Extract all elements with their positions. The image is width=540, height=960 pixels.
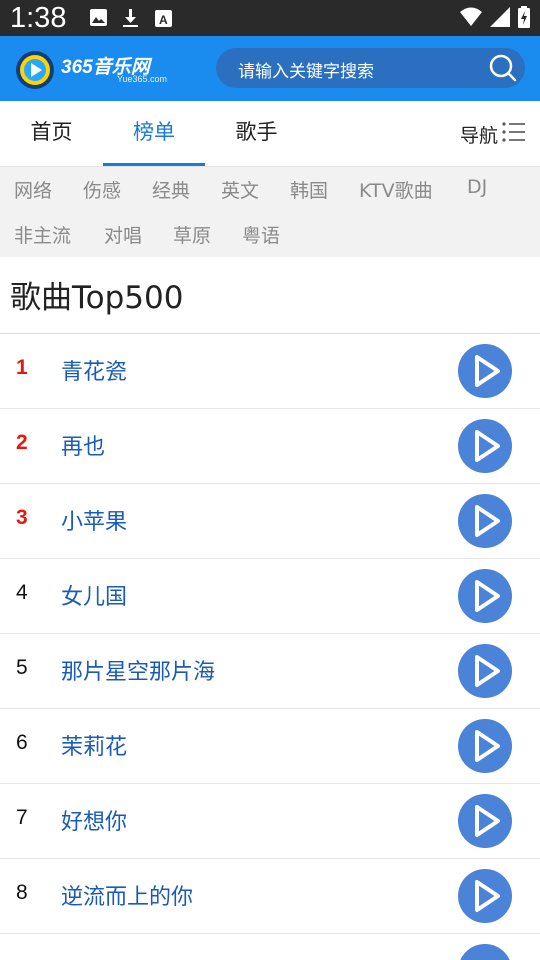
play-button[interactable] [458,794,512,848]
song-title[interactable]: 那片星空那片海 [61,654,215,686]
category-item[interactable]: 非主流 [14,221,71,248]
tab-charts[interactable]: 榜单 [103,101,205,167]
song-title[interactable]: 女儿国 [61,579,127,611]
song-row[interactable]: 8 逆流而上的你 [0,859,540,934]
play-button[interactable] [458,569,512,623]
song-rank: 2 [16,431,28,454]
play-button[interactable] [458,644,512,698]
song-row[interactable]: 7 好想你 [0,784,540,859]
category-item[interactable]: 经典 [152,176,190,203]
song-rank: 5 [16,656,28,679]
category-item[interactable]: 草原 [173,221,211,248]
play-icon [475,880,500,912]
play-icon [475,430,500,462]
song-title[interactable]: 再也 [61,429,105,461]
category-item[interactable]: 对唱 [104,221,142,248]
active-tab-indicator [103,163,205,166]
play-icon [475,580,500,612]
category-item[interactable]: KTV歌曲 [359,176,433,203]
signal-icon [490,7,510,31]
play-icon [475,805,500,837]
nav-button[interactable]: 导航 [460,101,526,167]
play-button[interactable] [458,719,512,773]
song-title[interactable]: 茉莉花 [61,729,127,761]
search-placeholder: 请输入关键字搜索 [238,62,374,82]
song-rank: 6 [16,731,28,754]
song-rank: 3 [16,506,28,529]
play-icon [475,655,500,687]
category-bar: 网络 伤感 经典 英文 韩国 KTV歌曲 DJ 非主流 对唱 草原 粤语 [0,167,540,257]
section-title: 歌曲Top500 [10,280,184,316]
logo-play-icon [16,51,54,89]
song-rank: 4 [16,581,28,604]
tab-bar: 首页 榜单 歌手 导航 [0,101,540,167]
song-row[interactable]: 4 女儿国 [0,559,540,634]
play-button[interactable] [458,944,512,960]
play-icon [475,505,500,537]
song-title[interactable]: 逆流而上的你 [61,879,193,911]
category-item[interactable]: 粤语 [242,221,280,248]
wifi-icon [460,7,482,31]
status-bar: 1:38 A [0,0,540,36]
song-title[interactable]: 好想你 [61,804,127,836]
battery-charging-icon [518,6,530,32]
tab-singers[interactable]: 歌手 [205,101,308,167]
play-button[interactable] [458,869,512,923]
song-title[interactable]: 青花瓷 [61,354,127,386]
song-rank: 1 [16,356,28,379]
song-rank: 8 [16,881,28,904]
search-icon[interactable] [487,52,519,84]
site-logo[interactable]: 365音乐网 Yue365.com [13,50,178,90]
song-row[interactable]: 3 小苹果 [0,484,540,559]
song-row[interactable]: 1 青花瓷 [0,334,540,409]
category-item[interactable]: 网络 [14,176,52,203]
category-item[interactable]: DJ [467,176,487,198]
category-item[interactable]: 伤感 [83,176,121,203]
song-row[interactable]: 2 再也 [0,409,540,484]
category-item[interactable]: 韩国 [290,176,328,203]
app-header: 365音乐网 Yue365.com 请输入关键字搜索 [0,36,540,101]
tab-home[interactable]: 首页 [0,101,103,167]
search-input[interactable]: 请输入关键字搜索 [216,48,525,88]
svg-text:A: A [159,13,168,27]
logo-subtext: Yue365.com [117,74,168,84]
image-icon [89,8,108,31]
font-icon: A [155,10,172,31]
category-item[interactable]: 英文 [221,176,259,203]
play-button[interactable] [458,419,512,473]
play-icon [475,730,500,762]
menu-icon [502,121,526,148]
download-icon [121,8,140,32]
song-row[interactable]: 5 那片星空那片海 [0,634,540,709]
song-rank: 7 [16,806,28,829]
nav-label: 导航 [459,124,498,147]
song-row-partial[interactable] [0,934,540,960]
song-title[interactable]: 小苹果 [61,504,127,536]
song-row[interactable]: 6 茉莉花 [0,709,540,784]
status-time: 1:38 [10,2,67,34]
play-button[interactable] [458,344,512,398]
play-button[interactable] [458,494,512,548]
play-icon [475,355,500,387]
